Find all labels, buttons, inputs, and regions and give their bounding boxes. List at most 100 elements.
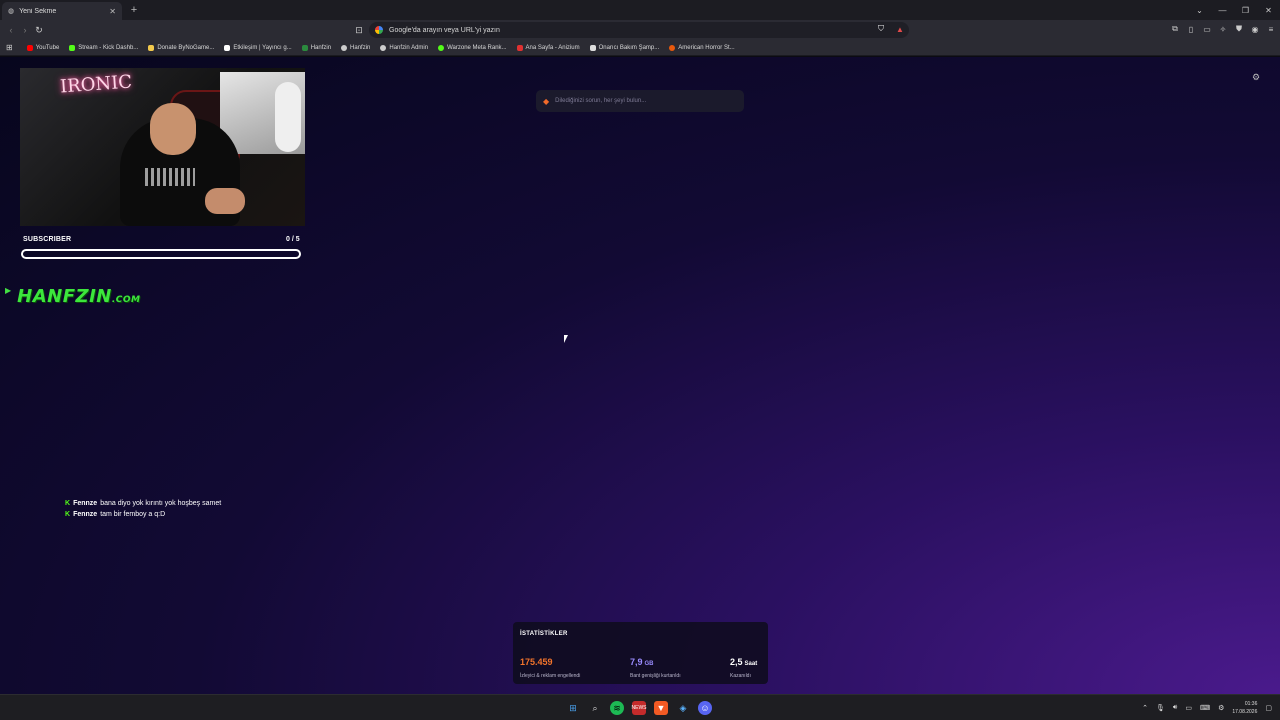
bookmark-item[interactable]: Stream - Kick Dashb... (69, 44, 138, 51)
bynogame-icon (148, 44, 155, 51)
anizium-icon (516, 44, 523, 51)
tab-search-icon[interactable]: ⌄ (1188, 0, 1211, 20)
mouse-cursor (564, 335, 568, 343)
ahs-icon (669, 44, 676, 51)
bookmark-icon[interactable]: ⊡ (352, 23, 366, 37)
new-tab-page: IRONIC SUBSCRIBER 0 / 5 ▶ HANFZIN.COM K … (0, 57, 1280, 694)
close-window-button[interactable]: ✕ (1257, 0, 1280, 20)
window-controls: ⌄ — ❐ ✕ (1188, 0, 1280, 20)
browser-tab-active[interactable]: ◍ Yeni Sekme ✕ (2, 2, 122, 20)
streamer-hand (205, 188, 245, 214)
stats-widget: İSTATİSTİKLER 175.459 İzleyici & reklam … (513, 622, 768, 684)
volume-icon[interactable]: 🔊︎ (1173, 704, 1177, 712)
reload-button[interactable]: ↻ (32, 23, 46, 37)
bookmark-item[interactable]: Hanfzin Admin (380, 44, 428, 51)
bookmark-item[interactable]: Warzone Meta Rank... (438, 44, 507, 51)
hanfzin-icon (301, 44, 308, 51)
subscriber-goal-bar (21, 249, 301, 259)
subscriber-goal-label: SUBSCRIBER (23, 236, 72, 243)
kick-icon (69, 44, 76, 51)
back-button[interactable]: ‹ (4, 23, 18, 37)
search-placeholder: Dilediğinizi sorun, her şeyi bulun... (555, 98, 647, 104)
bookmark-item[interactable]: Onarıcı Bakım Şamp... (589, 44, 659, 51)
brave-browser-icon[interactable]: ▼ (654, 701, 668, 715)
network-icon[interactable]: ▭ (1185, 704, 1192, 712)
language-icon[interactable]: ⌨ (1200, 704, 1210, 712)
chat-username: Fennze (73, 511, 98, 518)
spotify-icon[interactable]: ≋ (610, 701, 624, 715)
diamond-icon (224, 44, 231, 51)
brave-rewards-icon[interactable]: ▲ (895, 24, 905, 34)
bookmark-item[interactable]: Hanfzin (301, 44, 331, 51)
extensions-icon[interactable]: ⧉ (1170, 24, 1180, 34)
page-icon (589, 44, 596, 51)
bookmark-item[interactable]: Donate ByNoGame... (148, 44, 214, 51)
apps-grid-icon[interactable]: ⊞ (6, 43, 13, 52)
notification-icon[interactable]: ▢ (1265, 704, 1272, 712)
clock[interactable]: 01:36 17.08.2026 (1232, 700, 1257, 716)
warzone-icon (438, 44, 445, 51)
microphone-icon[interactable]: 🎙︎ (1156, 704, 1165, 712)
streamer-head (150, 103, 196, 155)
stat-trackers-blocked: 175.459 İzleyici & reklam engellendi (520, 657, 581, 679)
kick-badge-icon: K (65, 511, 71, 518)
bookmark-item[interactable]: Etkileşim | Yayıncı g... (224, 44, 292, 51)
bookmark-item[interactable]: Hanfzin (341, 44, 370, 51)
webcam-feed: IRONIC (20, 68, 305, 226)
globe-icon (380, 44, 387, 51)
forward-button[interactable]: › (18, 23, 32, 37)
brave-lion-icon: ◆ (543, 96, 550, 106)
search-icon[interactable]: ⌕ (588, 701, 602, 715)
subscriber-goal-count: 0 / 5 (286, 236, 300, 243)
chat-overlay: K Fennze bana diyo yok kırıntı yok hoşbe… (65, 498, 221, 520)
profile-icon[interactable]: ◉ (1250, 24, 1260, 34)
minimize-button[interactable]: — (1211, 0, 1234, 20)
menu-icon[interactable]: ≡ (1266, 24, 1276, 34)
tab-title: Yeni Sekme (19, 7, 57, 15)
shirt-print (145, 168, 195, 186)
address-bar-placeholder: Google'da arayın veya URL'yi yazın (389, 26, 500, 34)
brave-search-box[interactable]: ◆ Dilediğinizi sorun, her şeyi bulun... (536, 90, 744, 112)
address-bar[interactable]: Google'da arayın veya URL'yi yazın (369, 22, 909, 38)
sidebar-icon[interactable]: ▯ (1186, 24, 1196, 34)
news-app-icon[interactable]: NEWS (632, 701, 647, 715)
hanfzin-logo: ▶ HANFZIN.COM (5, 286, 140, 307)
stats-title: İSTATİSTİKLER (520, 631, 568, 637)
bookmark-item[interactable]: Ana Sayfa - Anizium (516, 44, 580, 51)
stat-bandwidth-saved: 7,9 GB Bant genişliği kurtarıldı (630, 657, 681, 679)
kick-badge-icon: K (65, 500, 71, 507)
wallet-icon[interactable]: ▭ (1202, 24, 1212, 34)
taskbar-apps: ⊞ ⌕ ≋ NEWS ▼ ◈ ☺ (566, 701, 712, 715)
omnibox-icons: ⛉ ▲ (876, 24, 905, 34)
bookmarks-bar: ⊞ YouTube Stream - Kick Dashb... Donate … (0, 40, 1280, 56)
google-icon (375, 26, 383, 34)
tab-close-icon[interactable]: ✕ (109, 7, 116, 16)
stat-time-saved: 2,5 Saat Kazanıldı (730, 657, 758, 679)
arrow-icon: ▶ (5, 286, 12, 295)
chat-text: tam bir femboy a q:D (100, 511, 166, 518)
windows-start-icon[interactable]: ⊞ (566, 701, 580, 715)
control-panel-icon[interactable]: ◈ (676, 701, 690, 715)
chevron-up-icon[interactable]: ⌃ (1142, 704, 1148, 712)
settings-icon[interactable]: ⚙ (1218, 704, 1224, 712)
title-bar: ◍ Yeni Sekme ✕ + ⌄ — ❐ ✕ (0, 0, 1280, 20)
new-tab-button[interactable]: + (128, 3, 140, 17)
brand-name: HANFZIN.COM (17, 286, 141, 307)
plush-toy (275, 82, 301, 152)
customize-gear-icon[interactable]: ⚙ (1252, 72, 1260, 83)
chat-username: Fennze (73, 500, 98, 507)
maximize-button[interactable]: ❐ (1234, 0, 1257, 20)
bookmark-item[interactable]: YouTube (26, 44, 59, 51)
bookmark-item[interactable]: American Horror St... (669, 44, 735, 51)
youtube-icon (26, 44, 33, 51)
vpn-icon[interactable]: ⛊ (1234, 24, 1244, 34)
globe-icon (341, 44, 348, 51)
neon-sign: IRONIC (59, 71, 133, 98)
system-tray: ⌃ 🎙︎ 🔊︎ ▭ ⌨ ⚙ 01:36 17.08.2026 ▢ (1142, 700, 1272, 716)
discord-icon[interactable]: ☺ (698, 701, 712, 715)
chat-message: K Fennze bana diyo yok kırıntı yok hoşbe… (65, 498, 221, 509)
brave-shields-icon[interactable]: ⛉ (876, 24, 886, 34)
brave-tab-icon: ◍ (8, 8, 15, 15)
leo-icon[interactable]: ✧ (1218, 24, 1228, 34)
chat-text: bana diyo yok kırıntı yok hoşbeş samet (100, 500, 222, 507)
